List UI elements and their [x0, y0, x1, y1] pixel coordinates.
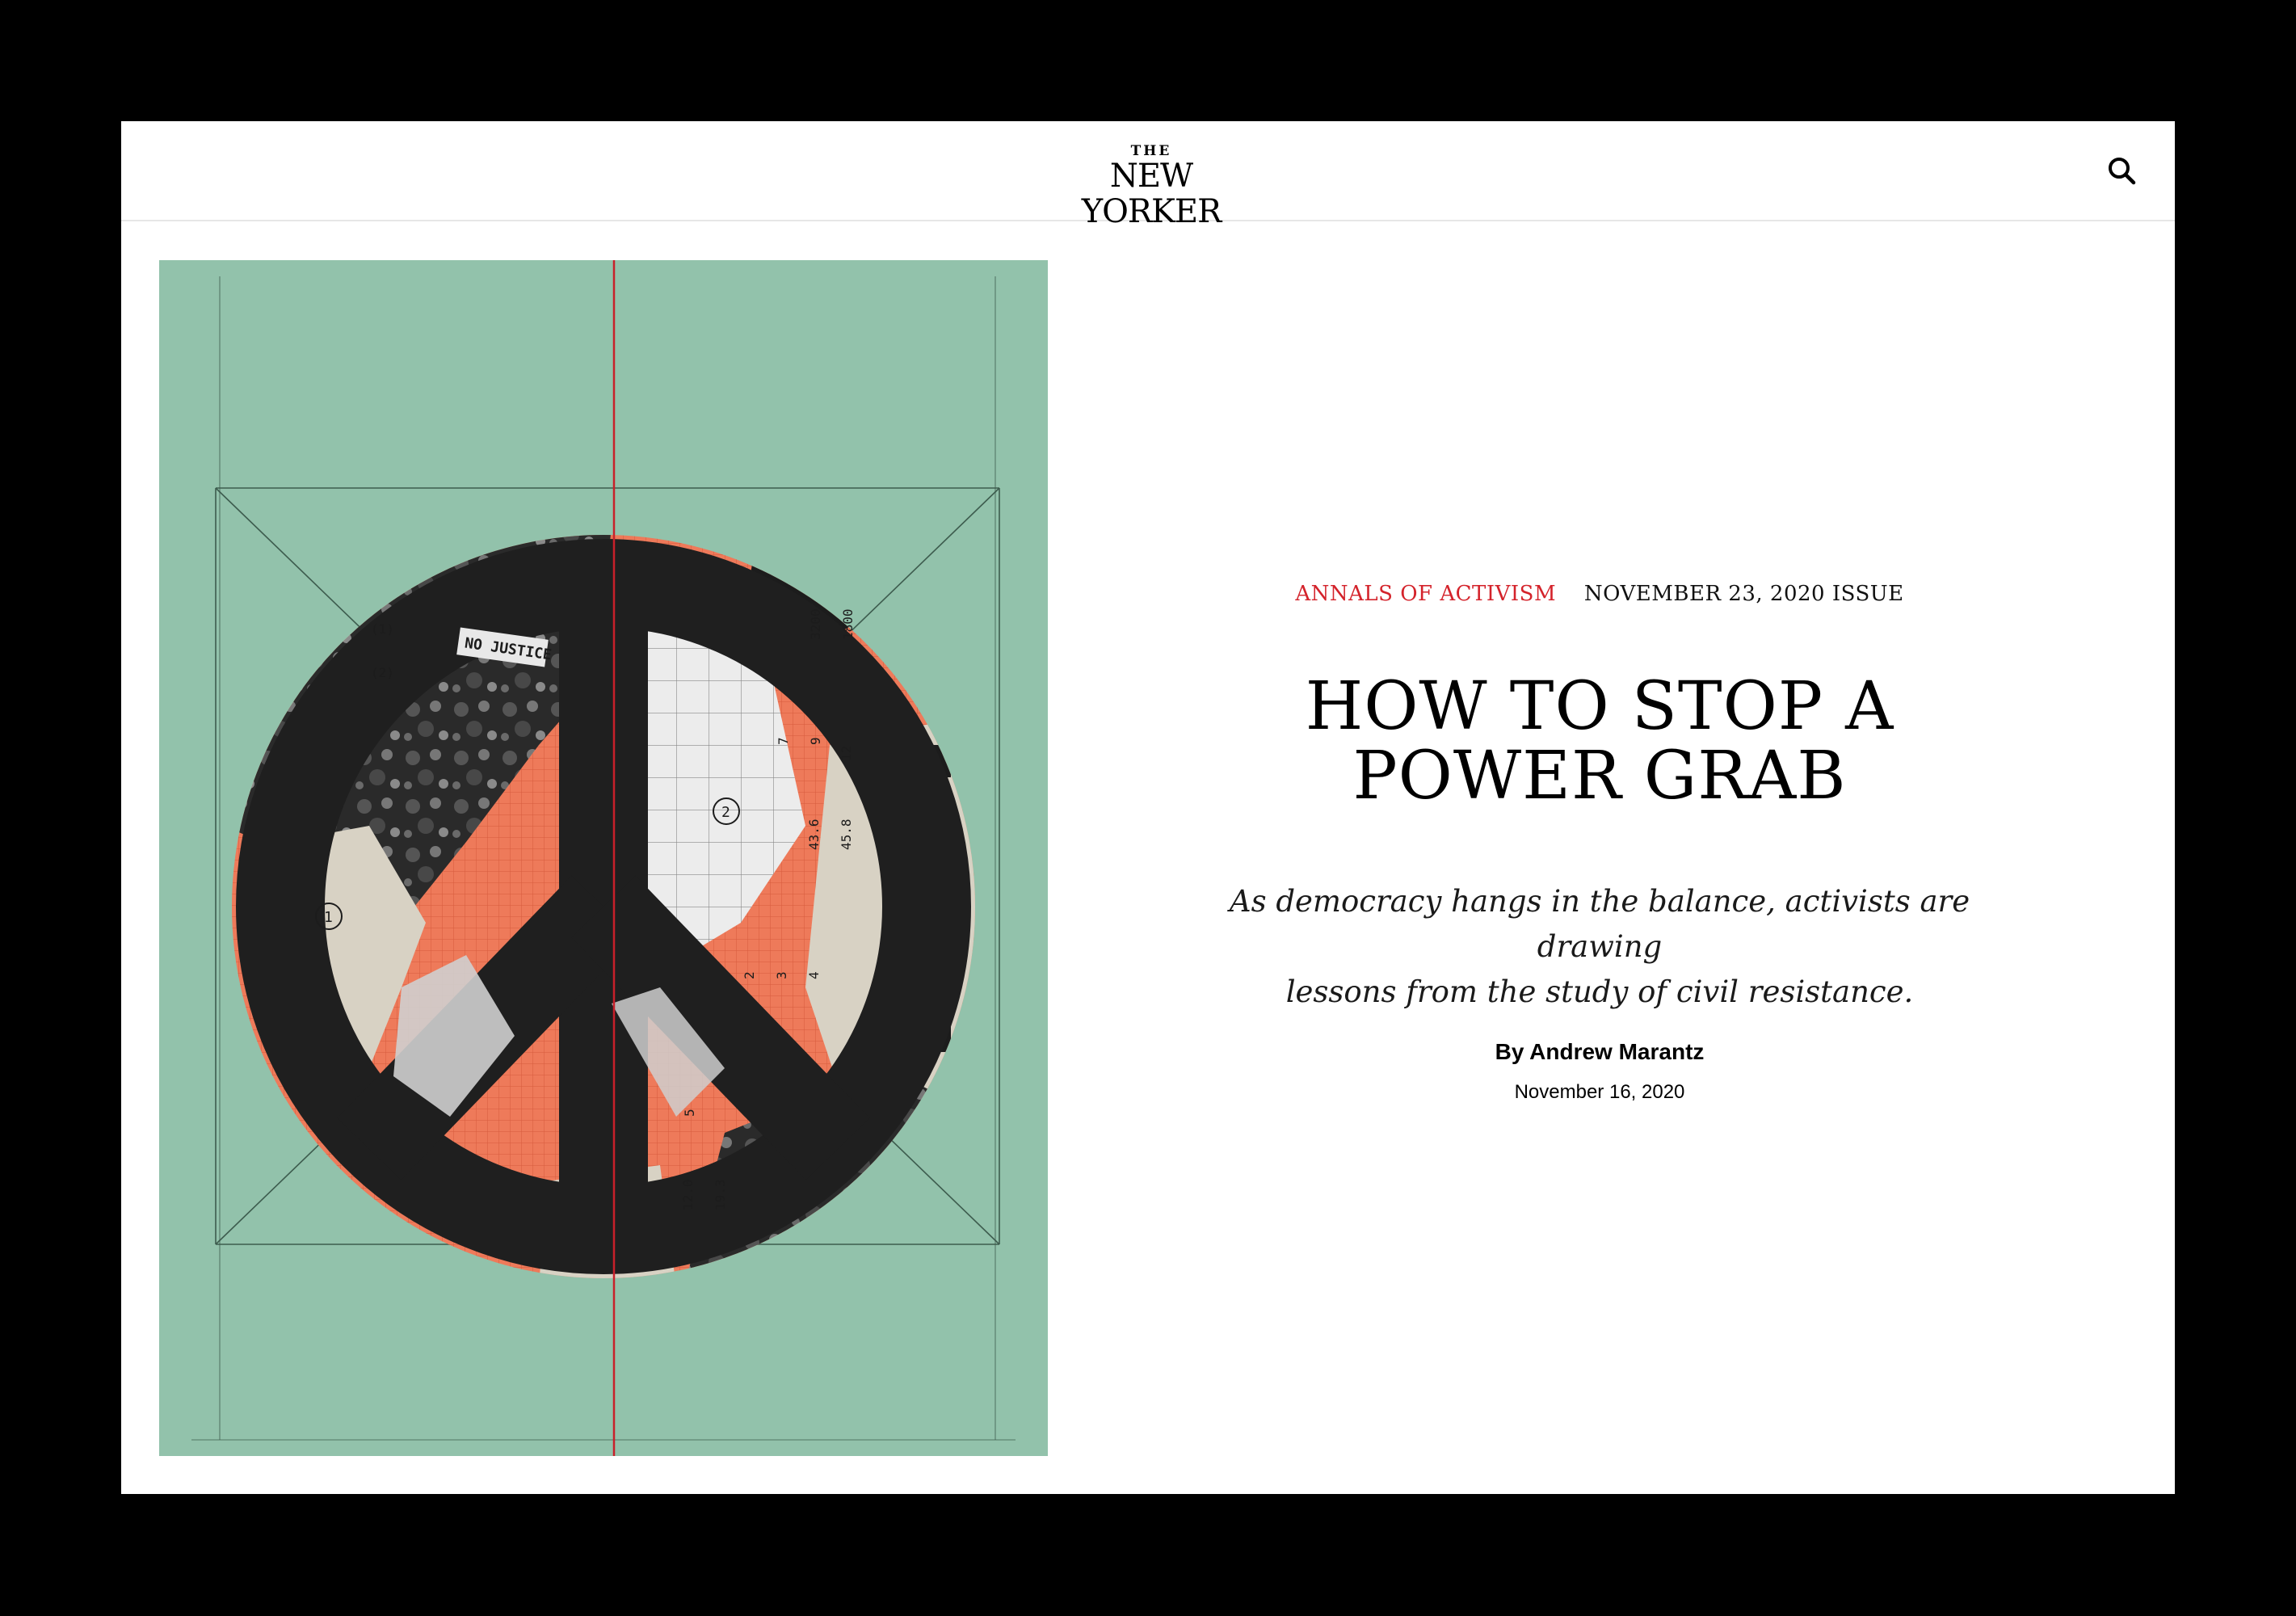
- marker-2: 2: [721, 804, 730, 821]
- num-12: 12: [839, 746, 854, 761]
- section-link[interactable]: ANNALS OF ACTIVISM: [1295, 582, 1556, 606]
- num-9: 9: [808, 737, 823, 745]
- paren-label-2: (2): [371, 665, 394, 680]
- article-page: THE NEW YORKER NO JUSTICE (1) (2) 1 2 32…: [121, 121, 2175, 1494]
- dek-line-2: lessons from the study of civil resistan…: [1285, 974, 1914, 1009]
- logo-the: THE: [1130, 143, 1172, 159]
- article-dek: As democracy hangs in the balance, activ…: [1196, 879, 2004, 1015]
- search-icon: [2109, 158, 2136, 185]
- site-header: THE NEW YORKER: [121, 121, 2175, 229]
- collage-artwork: NO JUSTICE (1) (2) 1 2 3200 1800 43.6 45…: [191, 260, 1016, 1456]
- num-12-0: 12.0: [680, 1179, 696, 1210]
- headline-line-1: HOW TO STOP A: [1305, 668, 1894, 745]
- num-45-8: 45.8: [839, 819, 854, 850]
- headline-line-2: POWER GRAB: [1352, 738, 1847, 814]
- byline: By Andrew Marantz: [1091, 1039, 2109, 1065]
- num-1800: 1800: [840, 608, 856, 640]
- num-7: 7: [776, 737, 791, 745]
- num-3: 3: [774, 971, 789, 979]
- num-2: 2: [742, 971, 757, 979]
- num-3200: 3200: [808, 608, 823, 640]
- rubric-row: ANNALS OF ACTIVISM NOVEMBER 23, 2020 ISS…: [1091, 582, 2109, 606]
- dek-line-1: As democracy hangs in the balance, activ…: [1229, 884, 1970, 964]
- hero-illustration: NO JUSTICE (1) (2) 1 2 3200 1800 43.6 45…: [159, 260, 1048, 1456]
- paren-label-1: (1): [371, 621, 394, 637]
- new-yorker-logo[interactable]: THE NEW YORKER: [1050, 144, 1252, 229]
- num-5: 5: [682, 1109, 697, 1117]
- article-header: ANNALS OF ACTIVISM NOVEMBER 23, 2020 ISS…: [1091, 260, 2109, 1456]
- logo-wordmark: NEW YORKER: [1081, 158, 1222, 230]
- author-link[interactable]: Andrew Marantz: [1529, 1039, 1704, 1064]
- byline-prefix: By: [1495, 1039, 1524, 1064]
- issue-link[interactable]: NOVEMBER 23, 2020 ISSUE: [1584, 582, 1904, 606]
- num-4: 4: [806, 971, 822, 979]
- article-headline: HOW TO STOP A POWER GRAB: [1091, 672, 2109, 811]
- num-19-3: 19.3: [713, 1179, 728, 1210]
- publish-date: November 16, 2020: [1514, 1081, 1685, 1103]
- num-43-6: 43.6: [806, 819, 822, 850]
- marker-1: 1: [324, 909, 333, 926]
- search-button[interactable]: [2105, 154, 2140, 189]
